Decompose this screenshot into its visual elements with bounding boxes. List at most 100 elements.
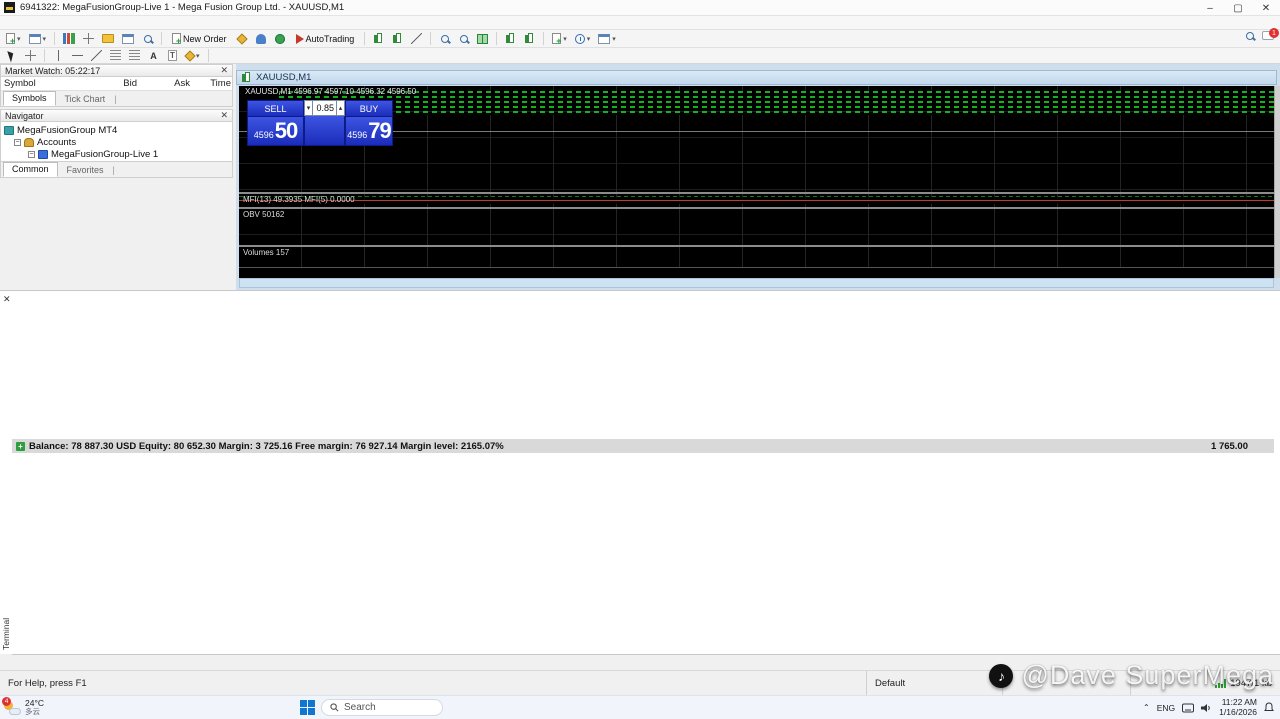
market-watch-close-icon[interactable]: ✕ xyxy=(220,65,228,76)
screen: 6941322: MegaFusionGroup-Live 1 - Mega F… xyxy=(0,0,1280,719)
navigator-item-live-account[interactable]: − MegaFusionGroup-Live 1 xyxy=(4,148,232,160)
weather-icon: 4 xyxy=(2,696,21,715)
profiles-button[interactable]: ▾ xyxy=(26,31,50,46)
terminal-panel: ✕ + Balance: 78 887.30 USD Equity: 80 65… xyxy=(0,290,1280,654)
cursor-tool[interactable] xyxy=(3,48,20,63)
terminal-toggle[interactable] xyxy=(119,31,137,46)
connection-bars-icon xyxy=(1215,678,1227,688)
volume-increase-button[interactable]: ▴ xyxy=(336,100,345,116)
navigator-tabs: Common Favorites | xyxy=(0,162,233,178)
collapse-icon[interactable]: − xyxy=(28,150,35,158)
navigator-item-server[interactable]: MegaFusionGroup MT4 xyxy=(4,124,232,136)
tab-favorites[interactable]: Favorites xyxy=(59,164,112,177)
arrows-tool[interactable]: ▾ xyxy=(183,48,203,63)
taskbar-weather-widget[interactable]: 4 24°C 多云 xyxy=(0,696,180,717)
price-pane[interactable]: XAUUSD,M1 4596.97 4597.10 4596.32 4596.5… xyxy=(239,86,1274,192)
data-window-button[interactable] xyxy=(80,31,97,46)
minimize-button[interactable]: – xyxy=(1196,0,1224,16)
balance-row: + Balance: 78 887.30 USD Equity: 80 652.… xyxy=(12,439,1274,453)
auto-scroll-button[interactable] xyxy=(502,31,519,46)
volume-decrease-button[interactable]: ▾ xyxy=(304,100,313,116)
tab-common[interactable]: Common xyxy=(3,162,58,177)
terminal-close-icon[interactable]: ✕ xyxy=(3,294,11,305)
metaeditor-button[interactable] xyxy=(234,31,251,46)
trendline-tool[interactable] xyxy=(88,48,105,63)
periods-button[interactable]: ▾ xyxy=(572,31,594,46)
market-watch-title: Market Watch: 05:22:17 xyxy=(5,65,101,76)
obv-pane[interactable]: OBV 50162 xyxy=(239,209,1274,245)
weather-desc: 多云 xyxy=(25,707,40,717)
maximize-button[interactable]: ▢ xyxy=(1224,0,1252,16)
tab-symbols[interactable]: Symbols xyxy=(3,91,56,106)
window-title: 6941322: MegaFusionGroup-Live 1 - Mega F… xyxy=(20,2,345,13)
toolbar-standard: + ▾ ▾ + New Order AutoTrading + ▾ ▾ ▾ xyxy=(0,30,1280,48)
navigator-titlebar: Navigator ✕ xyxy=(0,109,233,122)
strategy-tester-button[interactable] xyxy=(139,31,156,46)
chat-badge: 1 xyxy=(1269,28,1279,38)
current-price-line xyxy=(239,131,1274,132)
navigator-close-icon[interactable]: ✕ xyxy=(220,110,228,121)
sell-price[interactable]: 4596 50 xyxy=(247,116,304,146)
balance-icon: + xyxy=(16,441,25,451)
fibonacci-tool[interactable] xyxy=(126,48,143,63)
chart-icon xyxy=(241,71,252,84)
autotrading-button[interactable]: AutoTrading xyxy=(291,31,360,46)
vertical-line-tool[interactable] xyxy=(50,48,67,63)
channel-tool[interactable] xyxy=(107,48,124,63)
buy-button[interactable]: BUY xyxy=(345,100,393,116)
crosshair-tool[interactable] xyxy=(22,48,39,63)
tab-tick-chart[interactable]: Tick Chart xyxy=(57,93,114,106)
community-button[interactable] xyxy=(272,31,289,46)
search-icon[interactable] xyxy=(1246,31,1254,40)
taskbar-clock[interactable]: 11:22 AM 1/16/2026 xyxy=(1219,697,1257,717)
start-button[interactable] xyxy=(300,700,315,715)
touch-keyboard-icon[interactable] xyxy=(1182,703,1195,713)
text-label-tool[interactable]: T xyxy=(164,48,181,63)
system-tray: ⌃ ENG 11:22 AM 1/16/2026 xyxy=(1143,697,1280,717)
app-icon xyxy=(4,2,15,13)
language-indicator[interactable]: ENG xyxy=(1157,703,1175,713)
tile-windows-button[interactable] xyxy=(474,31,491,46)
chat-icon[interactable]: 1 xyxy=(1262,28,1279,40)
zoom-out-button[interactable] xyxy=(455,31,472,46)
mfi-pane[interactable]: MFI(13) 49.3935 MFI(5) 0.0000 xyxy=(239,194,1274,207)
candlestick-button[interactable] xyxy=(389,31,406,46)
collapse-icon[interactable]: − xyxy=(14,138,21,146)
chart-window-titlebar[interactable]: XAUUSD,M1 xyxy=(236,70,1277,85)
navigator-toggle[interactable] xyxy=(99,31,117,46)
weather-badge: 4 xyxy=(2,696,11,706)
horizontal-line-tool[interactable] xyxy=(69,48,86,63)
market-watch-header: Symbol Bid Ask Time xyxy=(1,77,232,91)
volume-input[interactable]: 0.85 xyxy=(313,100,336,116)
close-button[interactable]: ✕ xyxy=(1252,0,1280,16)
new-order-button[interactable]: + New Order xyxy=(167,31,232,46)
obv-label: OBV 50162 xyxy=(243,210,285,219)
speaker-icon[interactable] xyxy=(1201,703,1212,713)
status-profile[interactable]: Default xyxy=(866,671,1002,695)
taskbar-search[interactable]: Search xyxy=(321,699,443,716)
chart-scrollbar[interactable] xyxy=(1274,86,1280,278)
tray-overflow-chevron[interactable]: ⌃ xyxy=(1143,703,1150,712)
zoom-in-button[interactable] xyxy=(436,31,453,46)
market-watch-table: Symbol Bid Ask Time xyxy=(0,77,233,91)
text-tool[interactable]: A xyxy=(145,48,162,63)
line-chart-button[interactable] xyxy=(408,31,425,46)
new-chart-button[interactable]: + ▾ xyxy=(3,31,24,46)
navigator-item-accounts[interactable]: − Accounts xyxy=(4,136,232,148)
publisher-button[interactable] xyxy=(253,31,270,46)
buy-price[interactable]: 4596 79 xyxy=(345,116,393,146)
notification-bell-icon[interactable] xyxy=(1264,702,1274,713)
volumes-pane[interactable]: Volumes 157 xyxy=(239,247,1274,267)
accounts-icon xyxy=(24,137,34,147)
time-axis xyxy=(239,267,1274,278)
market-watch-toggle[interactable] xyxy=(60,31,78,46)
chart-canvas[interactable]: XAUUSD,M1 4596.97 4597.10 4596.32 4596.5… xyxy=(239,86,1274,278)
terminal-side-label: Terminal xyxy=(1,617,11,651)
server-icon xyxy=(4,125,14,135)
templates-button[interactable]: ▾ xyxy=(595,31,619,46)
indicators-button[interactable]: + ▾ xyxy=(549,31,570,46)
chart-shift-button[interactable] xyxy=(521,31,538,46)
bar-chart-button[interactable] xyxy=(370,31,387,46)
sell-button[interactable]: SELL xyxy=(247,100,304,116)
market-watch-titlebar: Market Watch: 05:22:17 ✕ xyxy=(0,64,233,77)
